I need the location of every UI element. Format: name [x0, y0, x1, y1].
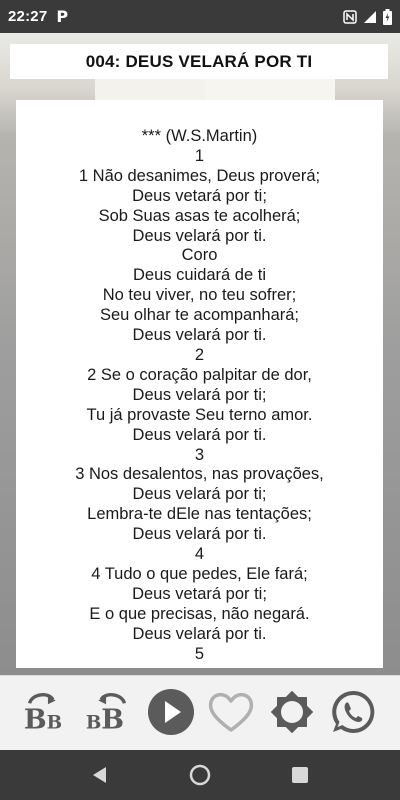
lyric-line: Deus cuidará de ti [133, 266, 266, 285]
lyric-line: 1 [194, 146, 205, 165]
whatsapp-icon [332, 690, 375, 733]
back-icon[interactable] [88, 763, 112, 787]
font-size-increase-button[interactable]: BB [20, 688, 72, 736]
font-size-decrease-button[interactable]: BB [82, 688, 134, 736]
home-icon[interactable] [188, 763, 212, 787]
lyrics-panel[interactable]: *** (W.S.Martin) 1 1 Não desanimes, Deus p… [16, 100, 383, 668]
lyric-line: 5 [194, 644, 205, 663]
lyric-line: 2 Se o coração palpitar de dor, [87, 365, 312, 384]
signal-icon [364, 10, 376, 23]
lyric-line: Deus velará por ti. [132, 226, 267, 245]
hymn-title-box: 004: DEUS VELARÁ POR TI [10, 44, 388, 79]
lyric-line: 3 [194, 445, 205, 464]
brightness-icon [270, 690, 314, 734]
lyric-line: Deus velará por ti. [132, 326, 267, 345]
lyric-line: 1 Não desanimes, Deus proverá; [78, 166, 321, 185]
font-size-decrease-icon: BB [86, 693, 127, 735]
status-icons [343, 8, 392, 25]
lyric-line: 4 [194, 545, 205, 564]
hymn-title: 004: DEUS VELARÁ POR TI [85, 51, 313, 71]
whatsapp-share-button[interactable] [327, 688, 379, 736]
status-bar: 22:27 P [0, 0, 400, 33]
recents-icon[interactable] [288, 763, 312, 787]
nfc-icon [343, 9, 357, 24]
lyric-line: 4 Tudo o que pedes, Ele fará; [91, 564, 308, 583]
lyric-line: Deus velará por ti. [132, 525, 267, 544]
heart-icon [208, 693, 254, 732]
lyric-line: Tu já provaste Seu terno amor. [86, 405, 313, 424]
brightness-button[interactable] [266, 688, 318, 736]
lyric-line: Deus velará por ti; [132, 385, 267, 404]
font-increase-letter-big: BB [24, 704, 62, 735]
lyric-line: 2 [194, 345, 205, 364]
lyric-line: Deus velará por ti. [132, 624, 267, 643]
lyric-line: Deus velará por ti. [132, 425, 267, 444]
lyric-line: Coro [181, 246, 218, 265]
lyric-line: *** (W.S.Martin) [141, 127, 258, 145]
lyric-line: Deus velará por ti; [132, 485, 267, 504]
play-button[interactable] [145, 688, 197, 736]
parking-app-icon: P [56, 7, 69, 26]
lyric-line: No teu viver, no teu sofrer; [102, 286, 297, 305]
favorite-button[interactable] [205, 688, 257, 736]
play-icon [148, 689, 194, 735]
battery-icon [383, 8, 392, 25]
navigation-bar [0, 750, 400, 800]
lyric-line: 3 Nos desalentos, nas provações, [75, 465, 324, 484]
lyric-line: Seu olhar te acompanhará; [99, 306, 300, 325]
bottom-toolbar: BB BB [0, 675, 400, 750]
font-decrease-letters: BB [86, 704, 124, 735]
status-time: 22:27 [8, 8, 48, 25]
lyric-line: E o que precisas, não negará. [89, 604, 310, 623]
lyric-line: Sob Suas asas te acolherá; [98, 206, 301, 225]
lyric-line: Lembra-te dEle nas tentações; [87, 505, 312, 524]
lyric-line: Deus vetará por ti; [132, 584, 267, 603]
font-size-increase-icon: BB [24, 693, 62, 735]
lyric-line: Deus vetará por ti; [132, 186, 267, 205]
